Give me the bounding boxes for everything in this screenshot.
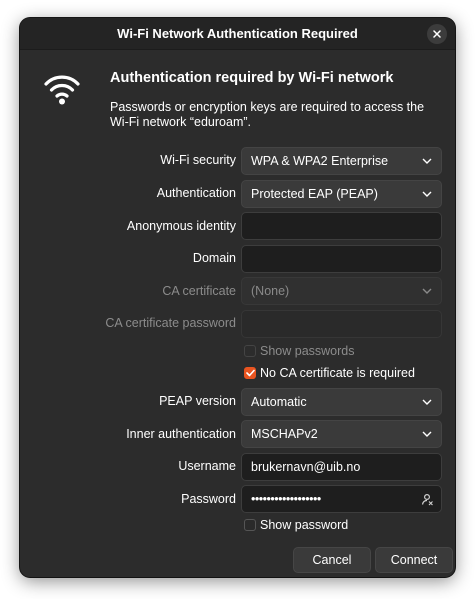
checkbox-box xyxy=(244,367,256,379)
dialog-description: Passwords or encryption keys are require… xyxy=(110,100,425,129)
anonymous-identity-label: Anonymous identity xyxy=(126,219,236,233)
inner-authentication-label: Inner authentication xyxy=(126,427,236,441)
inner-authentication-dropdown[interactable]: MSCHAPv2 xyxy=(241,420,442,448)
wifi-security-dropdown[interactable]: WPA & WPA2 Enterprise xyxy=(241,147,442,175)
ca-certificate-label: CA certificate xyxy=(162,284,236,298)
chevron-down-icon xyxy=(422,431,432,437)
dialog-heading: Authentication required by Wi-Fi network xyxy=(110,70,394,86)
chevron-down-icon xyxy=(422,399,432,405)
wifi-icon xyxy=(44,75,80,105)
password-input[interactable]: •••••••••••••••••• xyxy=(241,485,442,513)
authentication-dropdown[interactable]: Protected EAP (PEAP) xyxy=(241,180,442,208)
auth-dialog: Wi-Fi Network Authentication Required Au… xyxy=(20,18,455,577)
close-button[interactable] xyxy=(427,24,447,44)
domain-label: Domain xyxy=(192,251,236,265)
connect-button[interactable]: Connect xyxy=(375,547,453,573)
username-label: Username xyxy=(178,459,236,473)
show-passwords-label: Show passwords xyxy=(260,344,355,358)
user-scope-icon[interactable] xyxy=(420,492,434,506)
checkbox-box xyxy=(244,345,256,357)
no-ca-required-label: No CA certificate is required xyxy=(260,366,415,380)
chevron-down-icon xyxy=(422,158,432,164)
username-input[interactable]: brukernavn@uib.no xyxy=(241,453,442,481)
titlebar: Wi-Fi Network Authentication Required xyxy=(20,18,455,50)
peap-version-label: PEAP version xyxy=(159,394,236,408)
peap-version-value: Automatic xyxy=(251,395,307,409)
ca-certificate-password-input[interactable] xyxy=(241,310,442,338)
wifi-security-value: WPA & WPA2 Enterprise xyxy=(251,154,389,168)
ca-certificate-password-label: CA certificate password xyxy=(105,316,236,330)
anonymous-identity-input[interactable] xyxy=(241,212,442,240)
inner-authentication-value: MSCHAPv2 xyxy=(251,427,318,441)
wifi-security-label: Wi-Fi security xyxy=(160,153,236,167)
window-title: Wi-Fi Network Authentication Required xyxy=(117,26,358,41)
ca-certificate-value: (None) xyxy=(251,284,290,298)
ca-certificate-dropdown[interactable]: (None) xyxy=(241,277,442,305)
domain-input[interactable] xyxy=(241,245,442,273)
password-label: Password xyxy=(181,492,236,506)
show-password-label: Show password xyxy=(260,518,349,532)
peap-version-dropdown[interactable]: Automatic xyxy=(241,388,442,416)
chevron-down-icon xyxy=(422,288,432,294)
username-value: brukernavn@uib.no xyxy=(251,460,361,474)
close-icon xyxy=(433,30,441,38)
password-value: •••••••••••••••••• xyxy=(251,492,321,506)
chevron-down-icon xyxy=(422,191,432,197)
checkbox-box xyxy=(244,519,256,531)
checkmark-icon xyxy=(245,369,255,377)
authentication-label: Authentication xyxy=(156,186,236,200)
cancel-button[interactable]: Cancel xyxy=(293,547,371,573)
authentication-value: Protected EAP (PEAP) xyxy=(251,187,378,201)
